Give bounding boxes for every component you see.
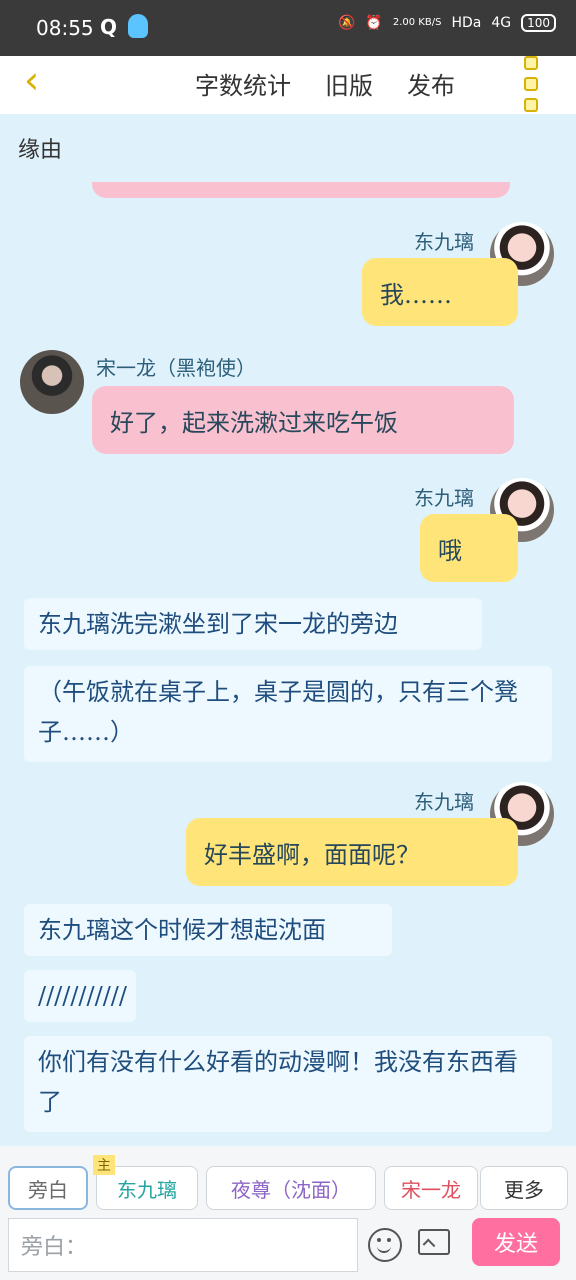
q-icon: Q [100,15,118,39]
speaker-name: 东九璃 [414,230,474,254]
bottom-bar: 旁白 主 东九璃 夜尊（沈面） 宋一龙 更多 旁白： 发送 [0,1146,576,1280]
battery: 100 [521,14,556,32]
role-name: 东九璃 [117,1177,177,1202]
hd-label: HDa [451,15,482,31]
mute-icon: 🔕 [337,15,356,31]
role-tab-dongjiuli[interactable]: 主 东九璃 [93,1155,198,1210]
old-version-tab[interactable]: 旧版 [325,66,373,101]
chat-bubble[interactable]: 好丰盛啊，面面呢？ [186,818,518,886]
send-button[interactable]: 发送 [472,1218,560,1266]
speaker-name: 宋一龙（黑袍使） [96,356,256,380]
role-tab-songyilong[interactable]: 宋一龙 [384,1166,478,1210]
narration[interactable]: 东九璃这个时候才想起沈面 [24,904,392,956]
chat-bubble[interactable]: 我…… [362,258,518,326]
speaker-name: 东九璃 [414,790,474,814]
more-icon[interactable] [524,56,538,112]
speaker-name: 东九璃 [414,486,474,510]
section-title: 缘由 [18,138,63,163]
chat-bubble[interactable]: 哦 [420,514,518,582]
role-tab-narration[interactable]: 旁白 [8,1166,88,1210]
status-right: 🔕 ⏰ 2.00 KB/S HDa 4G 100 [338,14,556,32]
top-bar: ‹ 字数统计 旧版 发布 [0,56,576,114]
top-nav: 字数统计 旧版 发布 [195,66,455,101]
network-type: 4G [491,15,512,31]
role-tab-yezun[interactable]: 夜尊（沈面） [206,1166,376,1210]
main-tag: 主 [93,1155,115,1175]
narration[interactable]: 东九璃洗完漱坐到了宋一龙的旁边 [24,598,482,650]
qq-icon [128,14,148,38]
status-bar: 08:55 Q 🔕 ⏰ 2.00 KB/S HDa 4G 100 [0,0,576,56]
word-count-tab[interactable]: 字数统计 [195,66,291,101]
more-roles-tab[interactable]: 更多 [480,1166,568,1210]
back-icon[interactable]: ‹ [24,60,54,100]
status-time: 08:55 [36,16,94,40]
message-input[interactable]: 旁白： [8,1218,358,1272]
publish-tab[interactable]: 发布 [407,66,455,101]
emoji-icon[interactable] [368,1228,402,1262]
narration[interactable]: /////////// [24,970,136,1022]
narration[interactable]: 你们有没有什么好看的动漫啊！我没有东西看了 [24,1036,552,1132]
network-speed: 2.00 KB/S [392,17,442,28]
divider-bubble [92,182,510,198]
chat-bubble[interactable]: 好了，起来洗漱过来吃午饭 [92,386,514,454]
alarm-icon: ⏰ [365,15,383,31]
avatar-boy[interactable] [20,350,84,414]
image-icon[interactable] [418,1229,450,1255]
narration[interactable]: （午饭就在桌子上，桌子是圆的，只有三个凳子……） [24,666,552,762]
